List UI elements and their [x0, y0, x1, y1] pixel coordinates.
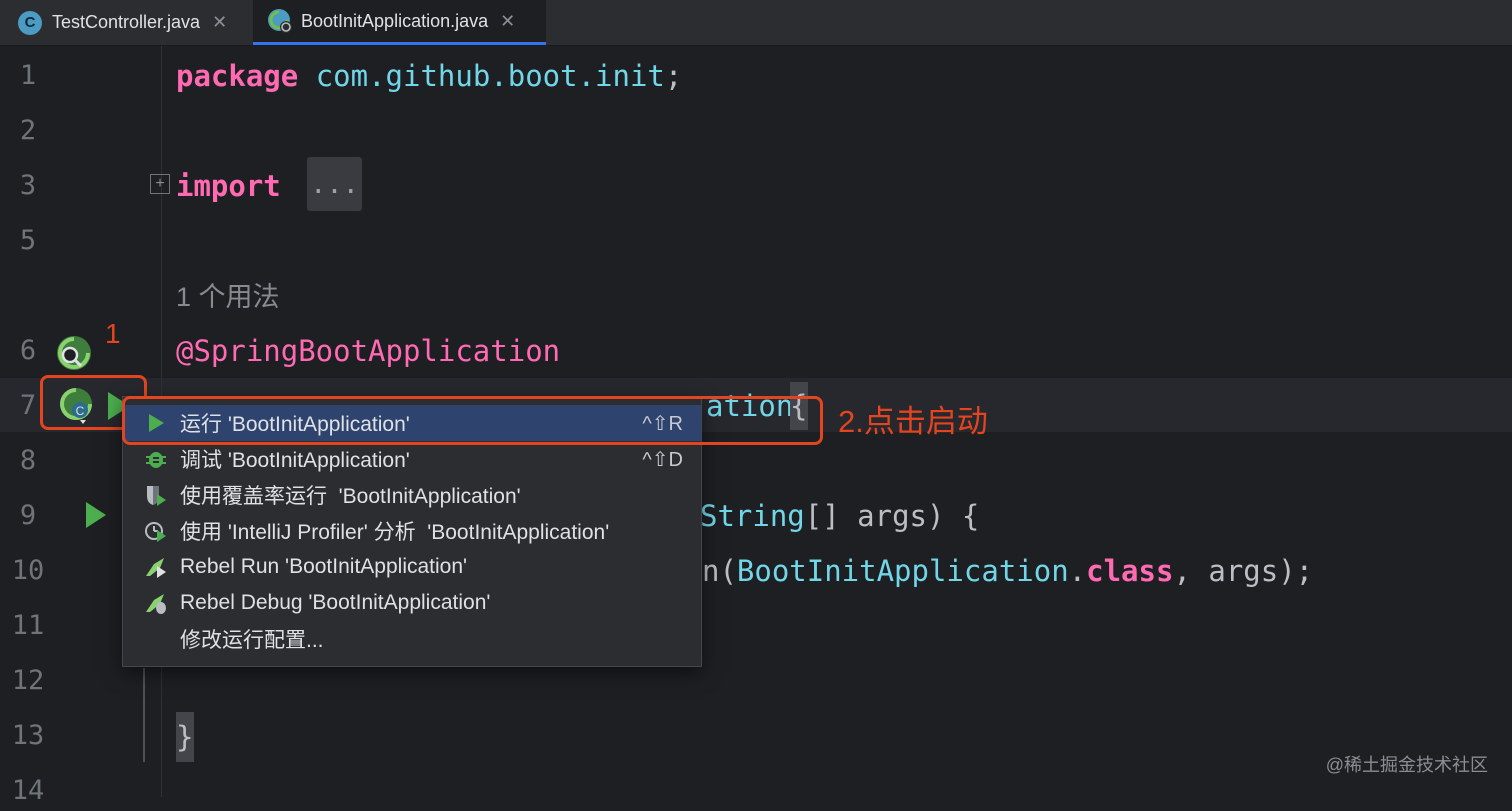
line-number: 6 — [19, 335, 37, 366]
package-name: com.github.boot.init — [315, 59, 665, 93]
line-number: 11 — [11, 610, 45, 641]
code-line-main: String[] args) { — [700, 496, 979, 536]
spring-boot-class-icon — [268, 9, 292, 33]
tab-testcontroller[interactable]: C TestController.java ✕ — [0, 0, 252, 45]
debug-icon — [146, 452, 166, 468]
rebel-run-icon — [146, 558, 166, 578]
line-number: 9 — [19, 500, 37, 531]
run-main-gutter-icon[interactable] — [84, 500, 108, 530]
punctuation: . — [1068, 554, 1087, 588]
class-name: BootInitApplication — [736, 554, 1069, 588]
annotation: @SpringBootApplication — [176, 334, 561, 368]
indent-guide — [143, 668, 145, 762]
tab-label: TestController.java — [52, 12, 201, 32]
profiler-icon — [145, 522, 166, 542]
annotation-box-menu — [122, 396, 823, 445]
line-number: 2 — [19, 115, 37, 146]
line-number: 14 — [11, 775, 45, 806]
watermark: @稀土掘金技术社区 — [1325, 755, 1488, 775]
menu-item-label: 调试 'BootInitApplication' — [180, 449, 410, 472]
menu-item-rebel-debug[interactable]: Rebel Debug 'BootInitApplication' — [123, 585, 701, 621]
type-name: String — [700, 499, 805, 533]
menu-item-rebel-run[interactable]: Rebel Run 'BootInitApplication' — [123, 549, 701, 585]
editor-tab-bar: C TestController.java ✕ BootInitApplicat… — [0, 0, 1512, 46]
menu-item-label: 使用 'IntelliJ Profiler' 分析 'BootInitAppli… — [180, 521, 610, 544]
line-number: 5 — [19, 225, 37, 256]
line-number: 1 — [19, 60, 37, 91]
code-line-import: import — [176, 166, 281, 206]
menu-item-profiler[interactable]: 使用 'IntelliJ Profiler' 分析 'BootInitAppli… — [123, 513, 701, 549]
shortcut-label: ^⇧D — [642, 448, 683, 471]
menu-item-label: 修改运行配置... — [180, 629, 324, 652]
menu-item-label: Rebel Run 'BootInitApplication' — [180, 555, 468, 578]
fold-expand-icon[interactable]: + — [150, 174, 170, 194]
tab-bootinitapplication[interactable]: BootInitApplication.java ✕ — [253, 0, 546, 45]
code-text: , args); — [1173, 554, 1314, 588]
code-line-run: n(BootInitApplication.class, args); — [702, 551, 1313, 591]
menu-item-label: Rebel Debug 'BootInitApplication' — [180, 591, 491, 614]
code-text: [] args) { — [804, 499, 980, 533]
menu-item-coverage[interactable]: 使用覆盖率运行 'BootInitApplication' — [123, 477, 701, 513]
annotation-marker-2: 2.点击启动 — [838, 404, 988, 439]
code-line-annotation: @SpringBootApplication — [176, 331, 560, 371]
class-close-brace: } — [176, 712, 194, 762]
tab-label: BootInitApplication.java — [301, 10, 489, 31]
rebel-debug-icon — [146, 594, 166, 614]
close-icon[interactable]: ✕ — [500, 11, 515, 32]
annotation-marker-1: 1 — [105, 318, 121, 349]
line-number: 12 — [11, 665, 45, 696]
close-icon[interactable]: ✕ — [212, 12, 227, 33]
code-text: n( — [702, 554, 737, 588]
usage-hint[interactable]: 1 个用法 — [176, 277, 280, 317]
keyword: import — [176, 169, 281, 203]
line-number: 10 — [11, 555, 45, 586]
folded-imports[interactable]: ... — [307, 157, 362, 211]
keyword: class — [1086, 554, 1174, 588]
line-number: 13 — [11, 720, 45, 751]
menu-item-debug[interactable]: 调试 'BootInitApplication' ^⇧D — [123, 441, 701, 477]
menu-item-edit-config[interactable]: 修改运行配置... — [123, 621, 701, 657]
line-number: 3 — [19, 170, 37, 201]
punctuation: ; — [664, 59, 683, 93]
code-line-package: package com.github.boot.init; — [176, 56, 682, 96]
line-number: 8 — [19, 445, 37, 476]
spring-bean-search-icon[interactable] — [54, 333, 94, 373]
class-c-icon: C — [18, 10, 42, 35]
menu-item-label: 使用覆盖率运行 'BootInitApplication' — [180, 485, 521, 508]
keyword: package — [176, 59, 299, 93]
coverage-icon — [147, 486, 166, 506]
